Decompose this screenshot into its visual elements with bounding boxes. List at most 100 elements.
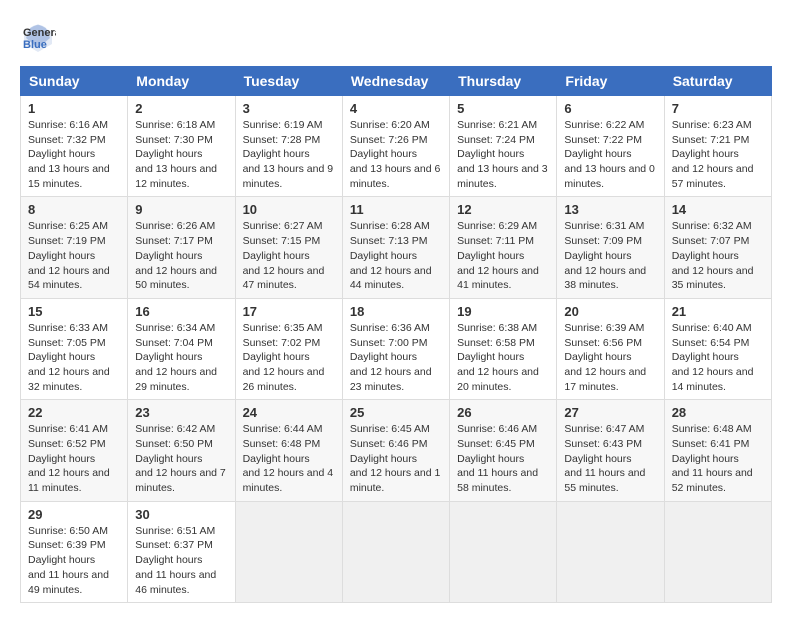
day-number: 17 <box>243 304 335 319</box>
day-info: Sunrise: 6:18 AM Sunset: 7:30 PM Dayligh… <box>135 118 227 191</box>
day-info: Sunrise: 6:20 AM Sunset: 7:26 PM Dayligh… <box>350 118 442 191</box>
day-number: 12 <box>457 202 549 217</box>
calendar-day <box>664 501 771 602</box>
day-info: Sunrise: 6:47 AM Sunset: 6:43 PM Dayligh… <box>564 422 656 495</box>
calendar-body: 1 Sunrise: 6:16 AM Sunset: 7:32 PM Dayli… <box>21 96 772 603</box>
calendar-day: 27 Sunrise: 6:47 AM Sunset: 6:43 PM Dayl… <box>557 400 664 501</box>
page-header: General Blue <box>20 20 772 56</box>
day-number: 14 <box>672 202 764 217</box>
day-info: Sunrise: 6:32 AM Sunset: 7:07 PM Dayligh… <box>672 219 764 292</box>
day-info: Sunrise: 6:45 AM Sunset: 6:46 PM Dayligh… <box>350 422 442 495</box>
day-info: Sunrise: 6:41 AM Sunset: 6:52 PM Dayligh… <box>28 422 120 495</box>
day-number: 8 <box>28 202 120 217</box>
day-number: 9 <box>135 202 227 217</box>
day-info: Sunrise: 6:25 AM Sunset: 7:19 PM Dayligh… <box>28 219 120 292</box>
day-info: Sunrise: 6:16 AM Sunset: 7:32 PM Dayligh… <box>28 118 120 191</box>
calendar-header-saturday: Saturday <box>664 67 771 96</box>
day-number: 3 <box>243 101 335 116</box>
calendar-header-sunday: Sunday <box>21 67 128 96</box>
calendar-day: 26 Sunrise: 6:46 AM Sunset: 6:45 PM Dayl… <box>450 400 557 501</box>
calendar-week-4: 22 Sunrise: 6:41 AM Sunset: 6:52 PM Dayl… <box>21 400 772 501</box>
calendar-header-thursday: Thursday <box>450 67 557 96</box>
day-info: Sunrise: 6:39 AM Sunset: 6:56 PM Dayligh… <box>564 321 656 394</box>
calendar-day: 24 Sunrise: 6:44 AM Sunset: 6:48 PM Dayl… <box>235 400 342 501</box>
day-number: 4 <box>350 101 442 116</box>
day-number: 16 <box>135 304 227 319</box>
day-info: Sunrise: 6:38 AM Sunset: 6:58 PM Dayligh… <box>457 321 549 394</box>
day-number: 24 <box>243 405 335 420</box>
calendar-day: 23 Sunrise: 6:42 AM Sunset: 6:50 PM Dayl… <box>128 400 235 501</box>
day-info: Sunrise: 6:48 AM Sunset: 6:41 PM Dayligh… <box>672 422 764 495</box>
calendar-day: 5 Sunrise: 6:21 AM Sunset: 7:24 PM Dayli… <box>450 96 557 197</box>
svg-text:Blue: Blue <box>23 39 47 51</box>
calendar-day <box>235 501 342 602</box>
day-info: Sunrise: 6:46 AM Sunset: 6:45 PM Dayligh… <box>457 422 549 495</box>
day-info: Sunrise: 6:31 AM Sunset: 7:09 PM Dayligh… <box>564 219 656 292</box>
calendar-day: 15 Sunrise: 6:33 AM Sunset: 7:05 PM Dayl… <box>21 298 128 399</box>
day-info: Sunrise: 6:44 AM Sunset: 6:48 PM Dayligh… <box>243 422 335 495</box>
day-number: 27 <box>564 405 656 420</box>
calendar-header-row: SundayMondayTuesdayWednesdayThursdayFrid… <box>21 67 772 96</box>
calendar-day: 12 Sunrise: 6:29 AM Sunset: 7:11 PM Dayl… <box>450 197 557 298</box>
day-info: Sunrise: 6:50 AM Sunset: 6:39 PM Dayligh… <box>28 524 120 597</box>
day-number: 5 <box>457 101 549 116</box>
day-number: 21 <box>672 304 764 319</box>
calendar-day: 17 Sunrise: 6:35 AM Sunset: 7:02 PM Dayl… <box>235 298 342 399</box>
calendar-day: 1 Sunrise: 6:16 AM Sunset: 7:32 PM Dayli… <box>21 96 128 197</box>
day-number: 23 <box>135 405 227 420</box>
calendar-day: 3 Sunrise: 6:19 AM Sunset: 7:28 PM Dayli… <box>235 96 342 197</box>
calendar-day: 29 Sunrise: 6:50 AM Sunset: 6:39 PM Dayl… <box>21 501 128 602</box>
calendar-day: 9 Sunrise: 6:26 AM Sunset: 7:17 PM Dayli… <box>128 197 235 298</box>
calendar-day: 18 Sunrise: 6:36 AM Sunset: 7:00 PM Dayl… <box>342 298 449 399</box>
day-number: 30 <box>135 507 227 522</box>
day-number: 25 <box>350 405 442 420</box>
day-number: 13 <box>564 202 656 217</box>
day-info: Sunrise: 6:23 AM Sunset: 7:21 PM Dayligh… <box>672 118 764 191</box>
day-info: Sunrise: 6:42 AM Sunset: 6:50 PM Dayligh… <box>135 422 227 495</box>
day-number: 18 <box>350 304 442 319</box>
calendar-day: 14 Sunrise: 6:32 AM Sunset: 7:07 PM Dayl… <box>664 197 771 298</box>
day-number: 15 <box>28 304 120 319</box>
day-info: Sunrise: 6:26 AM Sunset: 7:17 PM Dayligh… <box>135 219 227 292</box>
calendar-header-tuesday: Tuesday <box>235 67 342 96</box>
calendar-week-2: 8 Sunrise: 6:25 AM Sunset: 7:19 PM Dayli… <box>21 197 772 298</box>
calendar-day: 30 Sunrise: 6:51 AM Sunset: 6:37 PM Dayl… <box>128 501 235 602</box>
day-info: Sunrise: 6:22 AM Sunset: 7:22 PM Dayligh… <box>564 118 656 191</box>
calendar-day: 7 Sunrise: 6:23 AM Sunset: 7:21 PM Dayli… <box>664 96 771 197</box>
day-number: 26 <box>457 405 549 420</box>
day-number: 2 <box>135 101 227 116</box>
day-number: 6 <box>564 101 656 116</box>
calendar-day: 21 Sunrise: 6:40 AM Sunset: 6:54 PM Dayl… <box>664 298 771 399</box>
calendar-header-monday: Monday <box>128 67 235 96</box>
day-info: Sunrise: 6:36 AM Sunset: 7:00 PM Dayligh… <box>350 321 442 394</box>
day-number: 20 <box>564 304 656 319</box>
day-number: 11 <box>350 202 442 217</box>
calendar-day <box>450 501 557 602</box>
day-number: 28 <box>672 405 764 420</box>
calendar-day: 2 Sunrise: 6:18 AM Sunset: 7:30 PM Dayli… <box>128 96 235 197</box>
day-info: Sunrise: 6:29 AM Sunset: 7:11 PM Dayligh… <box>457 219 549 292</box>
calendar-day: 16 Sunrise: 6:34 AM Sunset: 7:04 PM Dayl… <box>128 298 235 399</box>
calendar-day: 28 Sunrise: 6:48 AM Sunset: 6:41 PM Dayl… <box>664 400 771 501</box>
calendar-week-1: 1 Sunrise: 6:16 AM Sunset: 7:32 PM Dayli… <box>21 96 772 197</box>
calendar-header-wednesday: Wednesday <box>342 67 449 96</box>
logo-container: General Blue <box>20 20 56 56</box>
day-info: Sunrise: 6:35 AM Sunset: 7:02 PM Dayligh… <box>243 321 335 394</box>
calendar-day: 13 Sunrise: 6:31 AM Sunset: 7:09 PM Dayl… <box>557 197 664 298</box>
day-info: Sunrise: 6:51 AM Sunset: 6:37 PM Dayligh… <box>135 524 227 597</box>
day-info: Sunrise: 6:33 AM Sunset: 7:05 PM Dayligh… <box>28 321 120 394</box>
day-info: Sunrise: 6:27 AM Sunset: 7:15 PM Dayligh… <box>243 219 335 292</box>
day-number: 22 <box>28 405 120 420</box>
day-number: 10 <box>243 202 335 217</box>
day-number: 1 <box>28 101 120 116</box>
calendar-day: 8 Sunrise: 6:25 AM Sunset: 7:19 PM Dayli… <box>21 197 128 298</box>
day-info: Sunrise: 6:40 AM Sunset: 6:54 PM Dayligh… <box>672 321 764 394</box>
calendar-week-5: 29 Sunrise: 6:50 AM Sunset: 6:39 PM Dayl… <box>21 501 772 602</box>
day-number: 19 <box>457 304 549 319</box>
calendar-day: 4 Sunrise: 6:20 AM Sunset: 7:26 PM Dayli… <box>342 96 449 197</box>
calendar-header-friday: Friday <box>557 67 664 96</box>
svg-text:General: General <box>23 27 56 39</box>
calendar-day: 19 Sunrise: 6:38 AM Sunset: 6:58 PM Dayl… <box>450 298 557 399</box>
calendar-day: 10 Sunrise: 6:27 AM Sunset: 7:15 PM Dayl… <box>235 197 342 298</box>
calendar-week-3: 15 Sunrise: 6:33 AM Sunset: 7:05 PM Dayl… <box>21 298 772 399</box>
